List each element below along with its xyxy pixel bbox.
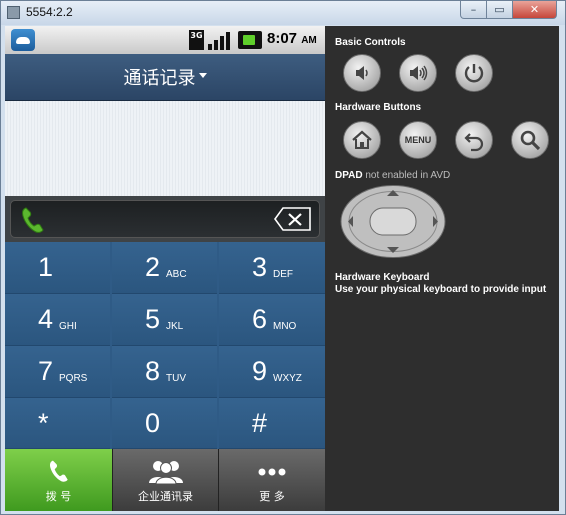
key-digit: 7	[38, 356, 54, 386]
status-ampm: AM	[301, 35, 317, 46]
maximize-button[interactable]: ▭	[487, 1, 513, 19]
window-title: 5554:2.2	[26, 5, 73, 19]
hardware-buttons-title: Hardware Buttons	[335, 102, 422, 113]
battery-charging-icon	[238, 31, 262, 49]
dial-key[interactable]: *	[5, 398, 110, 449]
key-digit: 2	[145, 252, 161, 282]
dpad-center	[369, 207, 417, 236]
back-arrow-icon	[464, 133, 484, 152]
minimize-button[interactable]: –	[460, 1, 487, 19]
more-icon	[258, 468, 286, 476]
keyboard-note: Use your physical keyboard to provide in…	[335, 284, 547, 295]
key-digit: 9	[252, 356, 268, 386]
keyboard-title: Hardware Keyboard	[335, 272, 430, 283]
key-letters: JKL	[166, 321, 184, 332]
dropdown-caret-icon	[198, 72, 207, 78]
key-letters: TUV	[166, 373, 186, 384]
basic-controls-title: Basic Controls	[335, 37, 406, 48]
back-button[interactable]	[455, 121, 493, 159]
tab-more[interactable]: 更 多	[219, 449, 325, 511]
dial-key[interactable]: 8 TUV	[112, 346, 217, 398]
key-digit: 0	[145, 408, 161, 438]
emulator-controls-panel: Basic Controls Hardware Buttons MENU DPA…	[335, 26, 559, 511]
app-header[interactable]: 通话记录	[5, 54, 325, 101]
dial-bar	[5, 196, 325, 242]
key-letters: WXYZ	[273, 373, 302, 384]
dial-key[interactable]: 3 DEF	[219, 242, 325, 294]
key-digit: 8	[145, 356, 161, 386]
dial-key[interactable]: 4 GHI	[5, 294, 110, 346]
power-icon	[464, 64, 484, 83]
backspace-icon[interactable]	[273, 206, 313, 232]
window-caption-buttons: – ▭ ✕	[460, 1, 557, 19]
key-letters: ABC	[166, 269, 187, 280]
phone-screen: 3G 8:07 AM 通话记录 1 2 ABC 3 DEF 4 GHI 5 JK…	[5, 26, 325, 511]
dial-key[interactable]: 5 JKL	[112, 294, 217, 346]
key-digit: *	[38, 408, 49, 438]
contacts-icon	[148, 461, 183, 484]
window-app-icon	[7, 6, 20, 19]
dial-key[interactable]: 6 MNO	[219, 294, 325, 346]
volume-down-icon	[356, 66, 368, 80]
dial-key[interactable]: 1	[5, 242, 110, 294]
key-letters: PQRS	[59, 373, 88, 384]
call-log-list[interactable]	[5, 101, 325, 196]
tab-dial[interactable]: 拨 号	[5, 449, 113, 511]
call-log-dropdown[interactable]: 通话记录	[5, 54, 325, 100]
dial-key[interactable]: 0	[112, 398, 217, 449]
key-letters: MNO	[273, 321, 297, 332]
bottom-tab-bar: 拨 号 企业通讯录 更 多	[5, 449, 325, 511]
dial-number-field[interactable]	[10, 200, 320, 238]
tab-more-label: 更 多	[259, 490, 285, 503]
dial-keypad: 1 2 ABC 3 DEF 4 GHI 5 JKL 6 MNO 7 PQRS 8 TUV 9 WXYZ * 0 #	[5, 242, 325, 449]
dial-key[interactable]: 9 WXYZ	[219, 346, 325, 398]
menu-button-label: MENU	[404, 135, 432, 145]
menu-button[interactable]: MENU	[399, 121, 437, 159]
status-bar: 3G 8:07 AM	[5, 26, 325, 54]
notification-app-icon	[11, 29, 35, 51]
dpad-control[interactable]	[339, 184, 447, 259]
key-digit: #	[252, 408, 268, 438]
key-digit: 5	[145, 304, 161, 334]
window-titlebar[interactable]: 5554:2.2 – ▭ ✕	[1, 1, 565, 25]
volume-down-button[interactable]	[343, 54, 381, 92]
call-icon[interactable]	[19, 205, 47, 235]
home-icon	[352, 130, 372, 149]
key-digit: 3	[252, 252, 268, 282]
phone-icon	[49, 460, 68, 482]
dial-key[interactable]: 7 PQRS	[5, 346, 110, 398]
key-digit: 1	[38, 252, 54, 282]
power-button[interactable]	[455, 54, 493, 92]
key-letters: GHI	[59, 321, 77, 332]
key-digit: 6	[252, 304, 268, 334]
key-letters: DEF	[273, 269, 293, 280]
dial-key[interactable]: #	[219, 398, 325, 449]
emulator-body: 3G 8:07 AM 通话记录 1 2 ABC 3 DEF 4 GHI 5 JK…	[5, 26, 559, 511]
close-button[interactable]: ✕	[513, 1, 557, 19]
tab-contacts[interactable]: 企业通讯录	[113, 449, 219, 511]
search-button[interactable]	[511, 121, 549, 159]
dial-key[interactable]: 2 ABC	[112, 242, 217, 294]
dpad-note: not enabled in AVD	[365, 170, 451, 181]
key-digit: 4	[38, 304, 54, 334]
network-3g-icon: 3G	[189, 30, 204, 50]
search-icon	[520, 130, 541, 151]
volume-up-icon	[410, 65, 428, 81]
dpad-title: DPAD not enabled in AVD	[335, 170, 451, 181]
volume-up-button[interactable]	[399, 54, 437, 92]
emulator-window: 5554:2.2 – ▭ ✕ 3G 8:07 AM 通话记录 1 2 ABC 3…	[0, 0, 566, 515]
home-button[interactable]	[343, 121, 381, 159]
signal-strength-icon	[208, 30, 232, 50]
hardware-keyboard-section: Hardware Keyboard Use your physical keyb…	[335, 272, 546, 296]
page-title: 通话记录	[123, 68, 196, 89]
tab-dial-label: 拨 号	[45, 490, 72, 503]
status-time: 8:07 AM	[267, 30, 317, 47]
tab-contacts-label: 企业通讯录	[138, 490, 193, 503]
